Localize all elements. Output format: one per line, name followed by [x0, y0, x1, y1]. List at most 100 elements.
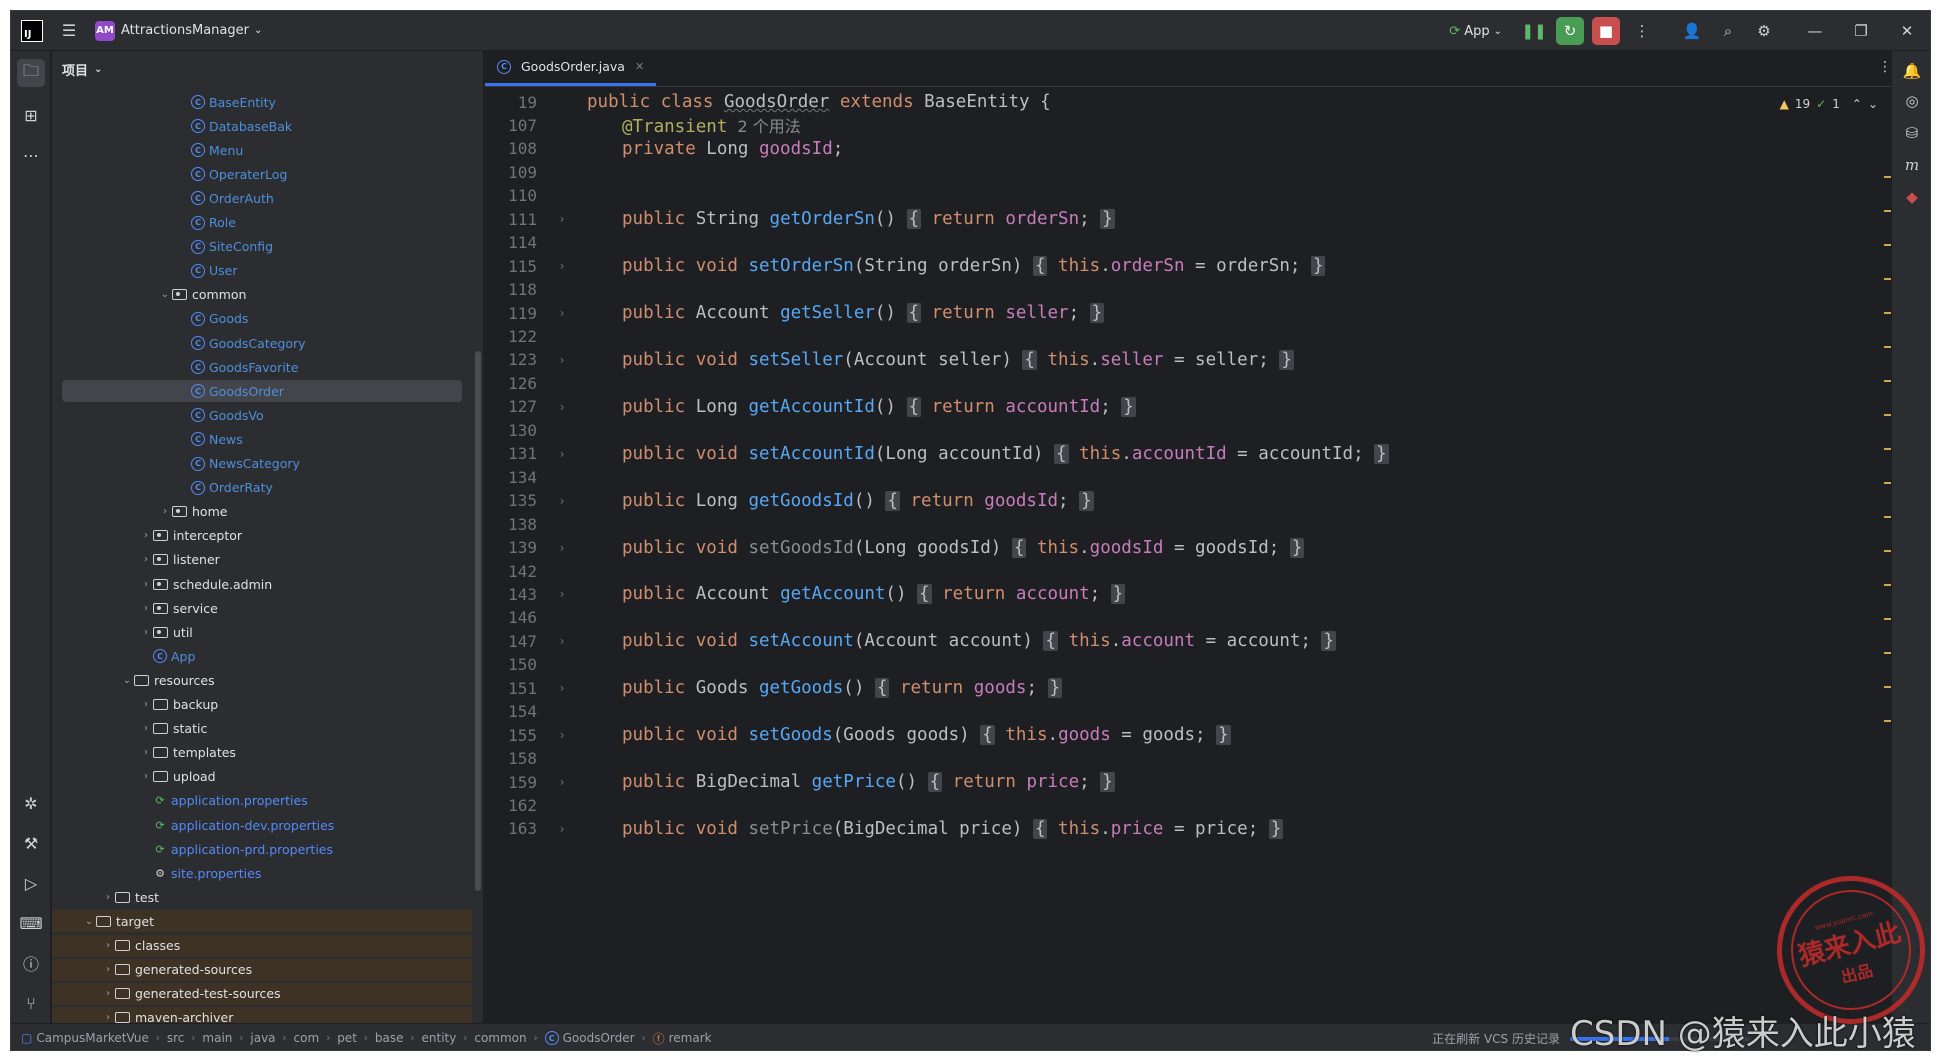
chevron-right-icon[interactable]: › — [139, 627, 153, 638]
fold-chevron-icon[interactable]: › — [537, 681, 587, 695]
tree-item[interactable]: C App — [52, 645, 472, 667]
tree-item[interactable]: C GoodsCategory — [52, 332, 472, 354]
tree-item[interactable]: C BaseEntity — [52, 91, 472, 113]
tree-item[interactable]: ⚙ site.properties — [52, 862, 472, 884]
settings-icon[interactable]: ⚙ — [1750, 17, 1778, 45]
code-area[interactable]: 19 public class GoodsOrder extends BaseEn… — [485, 88, 1902, 1023]
tree-item[interactable]: ⌄ target — [52, 910, 472, 933]
fold-chevron-icon[interactable]: › — [537, 353, 587, 367]
project-panel-header[interactable]: 项目 ⌄ — [52, 51, 483, 87]
fold-chevron-icon[interactable]: › — [537, 634, 587, 648]
rerun-icon[interactable]: ↻ — [1556, 17, 1584, 45]
tree-item[interactable]: › classes — [52, 934, 472, 957]
tree-item[interactable]: ⌄ common — [52, 284, 472, 306]
tree-item[interactable]: C Goods — [52, 308, 472, 330]
tree-item[interactable]: C GoodsVo — [52, 404, 472, 426]
breadcrumb-item[interactable]: GoodsOrder — [563, 1031, 635, 1045]
chevron-right-icon[interactable]: › — [139, 771, 153, 782]
git-icon[interactable]: ⑂ — [17, 989, 45, 1017]
tree-item[interactable]: › listener — [52, 549, 472, 571]
tree-item[interactable]: C DatabaseBak — [52, 115, 472, 137]
tree-item[interactable]: C GoodsOrder — [62, 380, 462, 403]
tree-item[interactable]: › service — [52, 597, 472, 619]
tree-item[interactable]: › interceptor — [52, 525, 472, 547]
close-icon[interactable]: ✕ — [1884, 11, 1930, 51]
tree-item[interactable]: ⌄ resources — [52, 669, 472, 691]
jetbrains-logo-icon[interactable]: IJ — [21, 19, 43, 42]
fold-chevron-icon[interactable]: › — [537, 775, 587, 789]
chevron-right-icon[interactable]: › — [158, 506, 172, 517]
chevron-right-icon[interactable]: › — [101, 988, 115, 999]
tree-item[interactable]: C Menu — [52, 139, 472, 161]
tree-item[interactable]: ⟳ application.properties — [52, 790, 472, 812]
tree-item[interactable]: › generated-test-sources — [52, 982, 472, 1005]
chevron-right-icon[interactable]: › — [101, 940, 115, 951]
breadcrumb-item[interactable]: pet — [337, 1031, 357, 1045]
debug-icon[interactable]: ✲ — [17, 789, 45, 817]
breadcrumb-item[interactable]: common — [474, 1031, 526, 1045]
chevron-right-icon[interactable]: › — [139, 579, 153, 590]
chevron-down-icon[interactable]: ⌄ — [82, 916, 96, 927]
database-icon[interactable]: ⛁ — [1898, 119, 1926, 147]
fold-chevron-icon[interactable]: › — [537, 541, 587, 555]
fold-chevron-icon[interactable]: › — [537, 259, 587, 273]
build-icon[interactable]: ⚒ — [17, 829, 45, 857]
main-menu-icon[interactable]: ☰ — [57, 19, 81, 43]
project-scrollbar[interactable] — [475, 351, 481, 891]
breadcrumb-item[interactable]: src — [167, 1031, 185, 1045]
notifications-icon[interactable]: 🔔 — [1898, 57, 1926, 85]
more-actions-icon[interactable]: ⋮ — [1628, 17, 1656, 45]
fold-chevron-icon[interactable]: › — [537, 400, 587, 414]
tree-item[interactable]: C GoodsFavorite — [52, 356, 472, 378]
fold-chevron-icon[interactable]: › — [537, 447, 587, 461]
tree-item[interactable]: › util — [52, 621, 472, 643]
tree-item[interactable]: C NewsCategory — [52, 453, 472, 475]
tab-goodsorder-java[interactable]: C GoodsOrder.java ✕ — [485, 50, 657, 86]
fold-chevron-icon[interactable]: › — [537, 306, 587, 320]
tree-item[interactable]: › schedule.admin — [52, 573, 472, 595]
chevron-down-icon[interactable]: ⌄ — [158, 289, 172, 300]
tree-item[interactable]: › generated-sources — [52, 958, 472, 981]
project-switcher[interactable]: AM AttractionsManager ⌄ — [95, 20, 262, 41]
fold-chevron-icon[interactable]: › — [537, 587, 587, 601]
tree-item[interactable]: C SiteConfig — [52, 236, 472, 258]
tree-item[interactable]: C OperaterLog — [52, 163, 472, 185]
code-line[interactable]: 163 › public void setPrice(BigDecimal pric… — [485, 815, 1902, 843]
tree-item[interactable]: C OrderRaty — [52, 477, 472, 499]
fold-chevron-icon[interactable]: › — [537, 728, 587, 742]
pause-icon[interactable]: ❚❚ — [1520, 17, 1548, 45]
tree-item[interactable]: › home — [52, 501, 472, 523]
breadcrumb-item[interactable]: CampusMarketVue — [36, 1031, 149, 1045]
breadcrumb-item[interactable]: java — [250, 1031, 275, 1045]
tree-item[interactable]: C User — [52, 260, 472, 282]
breadcrumb-item[interactable]: base — [375, 1031, 404, 1045]
run-configuration-selector[interactable]: ⟳ App ⌄ — [1449, 24, 1502, 39]
tree-item[interactable]: ⟳ application-prd.properties — [52, 838, 472, 860]
add-user-icon[interactable]: 👤 — [1678, 17, 1706, 45]
fold-chevron-icon[interactable]: › — [537, 494, 587, 508]
folder-icon[interactable]: 🗀 — [17, 59, 45, 87]
minimize-icon[interactable]: — — [1792, 11, 1838, 51]
chevron-right-icon[interactable]: › — [101, 1012, 115, 1023]
tree-item[interactable]: › static — [52, 718, 472, 740]
tree-item[interactable]: › maven-archiver — [52, 1006, 472, 1023]
tree-item[interactable]: ⟳ application-dev.properties — [52, 814, 472, 836]
structure-icon[interactable]: ⊞ — [17, 101, 45, 129]
tree-item[interactable]: C News — [52, 428, 472, 450]
plugin-icon[interactable]: ◆ — [1898, 183, 1926, 211]
fold-chevron-icon[interactable]: › — [537, 212, 587, 226]
fold-chevron-icon[interactable]: › — [537, 822, 587, 836]
run-icon[interactable]: ▷ — [17, 869, 45, 897]
tree-item[interactable]: › upload — [52, 766, 472, 788]
tree-item[interactable]: C Role — [52, 212, 472, 234]
tree-item[interactable]: › test — [52, 886, 472, 908]
search-icon[interactable]: ⌕ — [1714, 17, 1742, 45]
chevron-right-icon[interactable]: › — [139, 530, 153, 541]
breadcrumb-item[interactable]: entity — [422, 1031, 457, 1045]
restore-icon[interactable]: ❐ — [1838, 11, 1884, 51]
breadcrumb-item[interactable]: remark — [669, 1031, 712, 1045]
tree-item[interactable]: › templates — [52, 742, 472, 764]
chevron-right-icon[interactable]: › — [139, 747, 153, 758]
tree-item[interactable]: C OrderAuth — [52, 187, 472, 209]
stop-icon[interactable]: ■ — [1592, 17, 1620, 45]
